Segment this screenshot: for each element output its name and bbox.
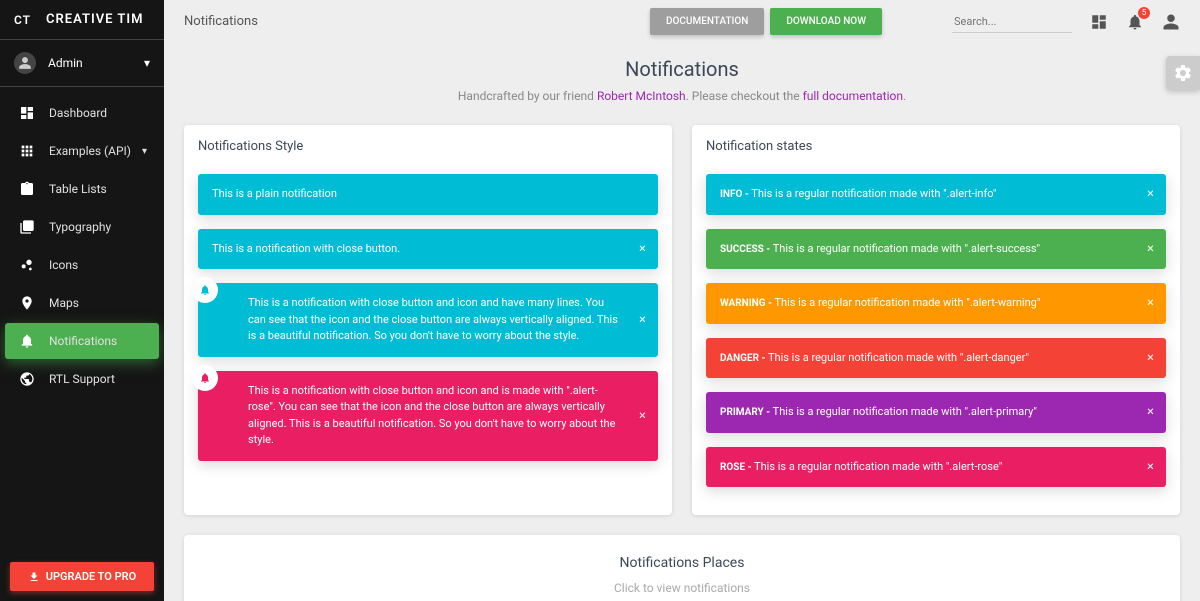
- brand-logo[interactable]: CT CREATIVE TIM: [0, 0, 164, 40]
- sidebar-item-label: Examples (API): [49, 144, 131, 158]
- main-panel: Notifications DOCUMENTATION DOWNLOAD NOW…: [164, 0, 1200, 601]
- alert-danger: DANGER - This is a regular notification …: [706, 338, 1166, 379]
- sidebar-item-label: Table Lists: [49, 182, 107, 196]
- caret-icon: ▾: [142, 146, 147, 157]
- alert-rose: ROSE - This is a regular notification ma…: [706, 447, 1166, 488]
- sidebar-item-maps[interactable]: Maps: [5, 285, 159, 321]
- close-icon[interactable]: ×: [639, 406, 646, 426]
- places-sub: Click to view notifications: [204, 581, 1160, 595]
- clipboard-icon: [17, 181, 37, 197]
- bell-icon: [192, 277, 218, 303]
- sidebar-item-label: Typography: [49, 220, 111, 234]
- location-icon: [17, 295, 37, 311]
- sidebar: CT CREATIVE TIM Admin ▾ Dashboard Exampl…: [0, 0, 164, 601]
- topbar: Notifications DOCUMENTATION DOWNLOAD NOW…: [164, 0, 1200, 43]
- notif-badge: 5: [1138, 7, 1150, 19]
- sidebar-item-label: Notifications: [49, 334, 117, 348]
- documentation-button[interactable]: DOCUMENTATION: [650, 8, 764, 35]
- download-button[interactable]: DOWNLOAD NOW: [770, 8, 882, 35]
- sidebar-user[interactable]: Admin ▾: [0, 40, 164, 87]
- sidebar-item-label: Maps: [49, 296, 79, 310]
- bubble-icon: [17, 257, 37, 273]
- alert-text: This is a plain notification: [212, 187, 337, 200]
- alert-warning: WARNING - This is a regular notification…: [706, 283, 1166, 324]
- sidebar-item-dashboard[interactable]: Dashboard: [5, 95, 159, 131]
- hero-heading: Notifications: [164, 57, 1200, 81]
- close-icon[interactable]: ×: [1147, 403, 1154, 423]
- brand-mini: CT: [14, 13, 36, 27]
- sidebar-item-label: Dashboard: [49, 106, 107, 120]
- sidebar-item-icons[interactable]: Icons: [5, 247, 159, 283]
- alert-label: ROSE -: [720, 462, 752, 473]
- alert-text: This is a regular notification made with…: [770, 242, 1040, 255]
- user-name: Admin: [48, 56, 83, 70]
- download-icon: [28, 571, 40, 583]
- sidebar-item-label: Icons: [49, 258, 78, 272]
- notifications-top-icon[interactable]: 5: [1126, 13, 1144, 31]
- alert-text: This is a regular notification made with…: [772, 296, 1040, 309]
- card-title: Notification states: [706, 139, 1166, 154]
- card-notifications-style: Notifications Style This is a plain noti…: [184, 125, 672, 515]
- sidebar-item-notifications[interactable]: Notifications: [5, 323, 159, 359]
- alert-label: DANGER -: [720, 353, 765, 364]
- books-icon: [17, 219, 37, 235]
- close-icon[interactable]: ×: [1147, 348, 1154, 368]
- close-icon[interactable]: ×: [639, 310, 646, 330]
- alert-text: This is a regular notification made with…: [765, 351, 1029, 364]
- card-title: Notifications Style: [198, 139, 658, 154]
- card-notification-states: Notification states INFO - This is a reg…: [692, 125, 1180, 515]
- alert-text: This is a regular notification made with…: [749, 187, 997, 200]
- upgrade-label: UPGRADE TO PRO: [46, 570, 137, 583]
- sidebar-item-rtl[interactable]: RTL Support: [5, 361, 159, 397]
- alert-rose-icon: This is a notification with close button…: [198, 371, 658, 461]
- close-icon[interactable]: ×: [1147, 457, 1154, 477]
- bell-icon: [17, 333, 37, 349]
- alert-close: This is a notification with close button…: [198, 229, 658, 270]
- close-icon[interactable]: ×: [1147, 294, 1154, 314]
- alert-label: SUCCESS -: [720, 244, 770, 255]
- avatar: [14, 52, 36, 74]
- sidebar-item-typography[interactable]: Typography: [5, 209, 159, 245]
- apps-icon: [17, 143, 37, 159]
- hero-subtitle: Handcrafted by our friend Robert McIntos…: [164, 89, 1200, 103]
- sidebar-item-tables[interactable]: Table Lists: [5, 171, 159, 207]
- close-icon[interactable]: ×: [639, 239, 646, 259]
- gear-icon: [1173, 63, 1193, 83]
- full-doc-link[interactable]: full documentation: [803, 89, 903, 103]
- settings-gear-button[interactable]: [1166, 56, 1200, 90]
- sidebar-item-examples[interactable]: Examples (API) ▾: [5, 133, 159, 169]
- caret-icon: ▾: [144, 56, 150, 70]
- places-title: Notifications Places: [204, 555, 1160, 571]
- close-icon[interactable]: ×: [1147, 185, 1154, 205]
- sidebar-footer: UPGRADE TO PRO: [0, 552, 164, 601]
- alert-success: SUCCESS - This is a regular notification…: [706, 229, 1166, 270]
- friend-link[interactable]: Robert McIntosh: [597, 89, 686, 103]
- account-top-icon[interactable]: [1162, 13, 1180, 31]
- alert-text: This is a notification with close button…: [248, 296, 618, 342]
- brand-full: CREATIVE TIM: [46, 12, 144, 27]
- alert-label: WARNING -: [720, 298, 772, 309]
- sidebar-nav: Dashboard Examples (API) ▾ Table Lists T…: [0, 87, 164, 552]
- alert-label: INFO -: [720, 189, 749, 200]
- alert-primary: PRIMARY - This is a regular notification…: [706, 392, 1166, 433]
- alert-info: INFO - This is a regular notification ma…: [706, 174, 1166, 215]
- upgrade-button[interactable]: UPGRADE TO PRO: [10, 562, 154, 591]
- hero: Notifications Handcrafted by our friend …: [164, 43, 1200, 125]
- bell-icon: [192, 365, 218, 391]
- card-notifications-places: Notifications Places Click to view notif…: [184, 535, 1180, 601]
- dashboard-icon: [17, 105, 37, 121]
- alert-text: This is a regular notification made with…: [770, 405, 1037, 418]
- search-input[interactable]: [952, 11, 1072, 33]
- close-icon[interactable]: ×: [1147, 239, 1154, 259]
- alert-label: PRIMARY -: [720, 407, 770, 418]
- alert-icon: This is a notification with close button…: [198, 283, 658, 357]
- dashboard-top-icon[interactable]: [1090, 13, 1108, 31]
- alert-text: This is a notification with close button…: [248, 384, 615, 447]
- alert-plain: This is a plain notification: [198, 174, 658, 215]
- language-icon: [17, 371, 37, 387]
- page-title: Notifications: [184, 14, 258, 29]
- alert-text: This is a notification with close button…: [212, 242, 400, 255]
- sidebar-item-label: RTL Support: [49, 372, 115, 386]
- alert-text: This is a regular notification made with…: [752, 460, 1003, 473]
